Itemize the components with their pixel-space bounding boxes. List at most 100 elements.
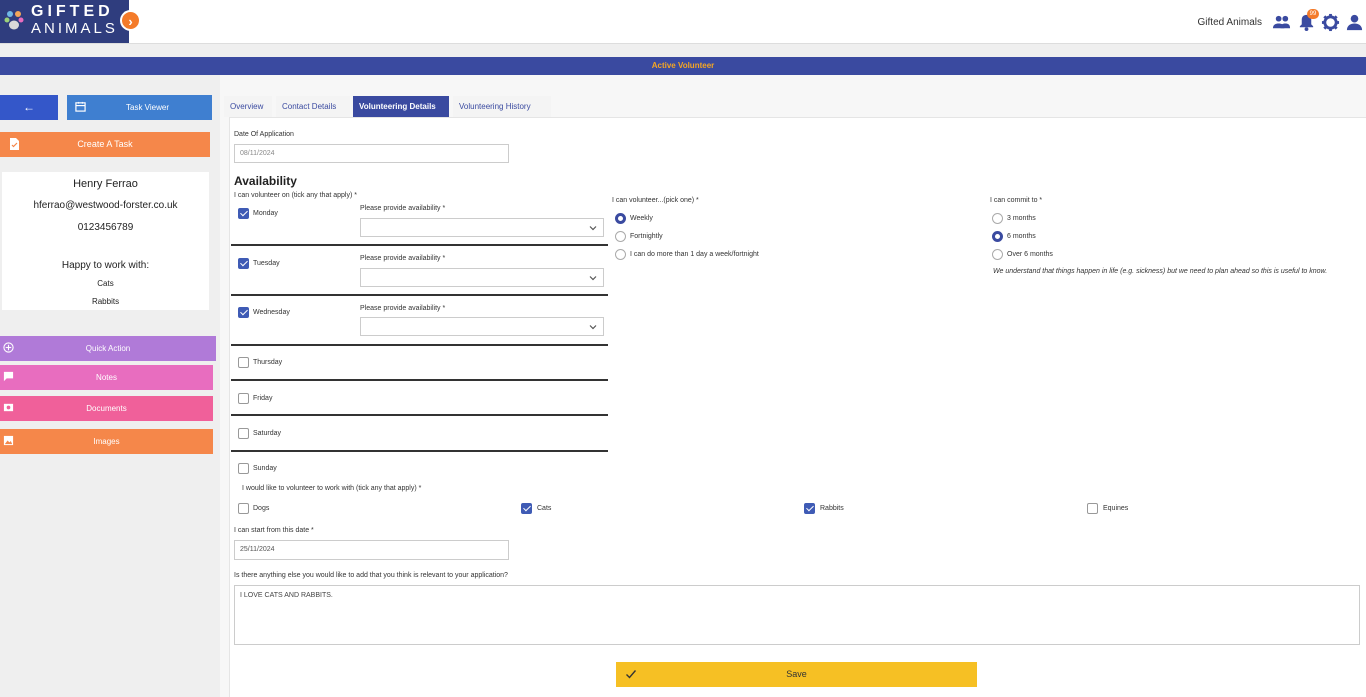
date-of-application-label: Date Of Application bbox=[234, 131, 294, 138]
radio-3-months[interactable] bbox=[992, 213, 1003, 224]
logo-paw-icon bbox=[4, 11, 24, 30]
day-divider bbox=[231, 450, 608, 452]
contact-phone: 0123456789 bbox=[77, 222, 134, 233]
days-label: I can volunteer on (tick any that apply)… bbox=[234, 192, 357, 199]
organisation-name: Gifted Animals bbox=[1197, 17, 1262, 28]
frequency-option-weekly: Weekly bbox=[630, 215, 653, 222]
gear-icon[interactable] bbox=[1321, 13, 1340, 32]
arrow-left-icon: ← bbox=[23, 100, 35, 114]
animals-label: I would like to volunteer to work with (… bbox=[242, 485, 422, 492]
logo-text-line1: GIFTED bbox=[31, 3, 114, 20]
preferred-animal-item: Cats bbox=[97, 279, 114, 288]
radio-more-than-one-day[interactable] bbox=[615, 249, 626, 260]
task-viewer-button[interactable]: Task Viewer bbox=[67, 95, 212, 120]
check-icon bbox=[626, 670, 637, 679]
frequency-label: I can volunteer...(pick one) * bbox=[612, 197, 699, 204]
back-button[interactable]: ← bbox=[0, 95, 58, 120]
availability-select-tuesday[interactable] bbox=[360, 268, 604, 287]
day-label-monday: Monday bbox=[253, 210, 278, 217]
contact-name: Henry Ferrao bbox=[73, 178, 138, 190]
save-button[interactable]: Save bbox=[616, 662, 977, 687]
tab-volunteering-details[interactable]: Volunteering Details bbox=[353, 96, 449, 117]
checkbox-friday[interactable] bbox=[238, 393, 249, 404]
day-label-sunday: Sunday bbox=[253, 465, 277, 472]
animal-option-cats: Cats bbox=[537, 505, 552, 512]
happy-to-work-with-label: Happy to work with: bbox=[61, 260, 150, 271]
notes-button[interactable]: Notes bbox=[0, 365, 213, 390]
checkbox-rabbits[interactable] bbox=[804, 503, 815, 514]
day-divider bbox=[231, 294, 608, 296]
availability-prompt: Please provide availability * bbox=[360, 255, 446, 262]
day-label-thursday: Thursday bbox=[253, 359, 283, 366]
animal-option-dogs: Dogs bbox=[253, 505, 270, 512]
availability-select-monday[interactable] bbox=[360, 218, 604, 237]
images-button[interactable]: Images bbox=[0, 429, 213, 454]
checkbox-wednesday[interactable] bbox=[238, 307, 249, 318]
commit-label: I can commit to * bbox=[990, 197, 1043, 204]
task-viewer-label: Task Viewer bbox=[126, 103, 169, 112]
checkbox-tuesday[interactable] bbox=[238, 258, 249, 269]
volunteer-status-bar: Active Volunteer bbox=[0, 57, 1366, 75]
documents-button[interactable]: Documents bbox=[0, 396, 213, 421]
notification-count-badge: 99 bbox=[1307, 9, 1319, 19]
radio-6-months[interactable] bbox=[992, 231, 1003, 242]
day-label-tuesday: Tuesday bbox=[253, 260, 280, 267]
extra-info-label: Is there anything else you would like to… bbox=[234, 572, 508, 579]
sidebar-toggle-chevron-icon[interactable]: › bbox=[120, 10, 141, 31]
checkbox-cats[interactable] bbox=[521, 503, 532, 514]
top-header: GIFTED ANIMALS › Gifted Animals 99 bbox=[0, 0, 1366, 44]
comment-icon bbox=[3, 371, 14, 382]
day-label-saturday: Saturday bbox=[253, 430, 282, 437]
day-label-friday: Friday bbox=[253, 395, 273, 402]
frequency-option-fortnightly: Fortnightly bbox=[630, 233, 663, 240]
start-date-field[interactable]: 25/11/2024 bbox=[234, 540, 509, 560]
create-task-label: Create A Task bbox=[77, 139, 133, 149]
chevron-down-icon bbox=[589, 325, 597, 330]
document-icon bbox=[3, 403, 14, 412]
plus-circle-icon bbox=[3, 342, 14, 353]
animal-option-rabbits: Rabbits bbox=[820, 505, 844, 512]
quick-action-button[interactable]: Quick Action bbox=[0, 336, 216, 361]
extra-info-textarea[interactable]: I LOVE CATS AND RABBITS. bbox=[234, 585, 1360, 645]
checkbox-equines[interactable] bbox=[1087, 503, 1098, 514]
image-icon bbox=[3, 435, 14, 446]
commit-option-over-6-months: Over 6 months bbox=[1007, 251, 1053, 258]
checkbox-saturday[interactable] bbox=[238, 428, 249, 439]
create-task-button[interactable]: Create A Task bbox=[0, 132, 210, 157]
availability-prompt: Please provide availability * bbox=[360, 305, 446, 312]
chevron-down-icon bbox=[589, 276, 597, 281]
preferred-animal-item: Rabbits bbox=[91, 297, 120, 306]
checkbox-sunday[interactable] bbox=[238, 463, 249, 474]
radio-weekly[interactable] bbox=[615, 213, 626, 224]
contact-email: hferrao@westwood-forster.co.uk bbox=[33, 200, 178, 211]
logo[interactable]: GIFTED ANIMALS bbox=[0, 0, 129, 43]
checkbox-dogs[interactable] bbox=[238, 503, 249, 514]
quick-action-label: Quick Action bbox=[85, 344, 131, 353]
tab-overview[interactable]: Overview bbox=[224, 96, 272, 117]
checkbox-thursday[interactable] bbox=[238, 357, 249, 368]
radio-fortnightly[interactable] bbox=[615, 231, 626, 242]
availability-select-wednesday[interactable] bbox=[360, 317, 604, 336]
availability-heading: Availability bbox=[234, 174, 297, 188]
day-divider bbox=[231, 244, 608, 246]
commit-option-6-months: 6 months bbox=[1007, 233, 1036, 240]
radio-over-6-months[interactable] bbox=[992, 249, 1003, 260]
tab-volunteering-history[interactable]: Volunteering History bbox=[453, 96, 551, 117]
day-divider bbox=[231, 379, 608, 381]
commit-note: We understand that things happen in life… bbox=[993, 268, 1328, 275]
notes-label: Notes bbox=[96, 373, 117, 382]
availability-prompt: Please provide availability * bbox=[360, 205, 446, 212]
checkbox-monday[interactable] bbox=[238, 208, 249, 219]
commit-option-3-months: 3 months bbox=[1007, 215, 1036, 222]
people-icon[interactable] bbox=[1272, 13, 1291, 32]
tab-contact-details[interactable]: Contact Details bbox=[276, 96, 350, 117]
date-of-application-field[interactable]: 08/11/2024 bbox=[234, 144, 509, 163]
chevron-down-icon bbox=[589, 226, 597, 231]
user-account-icon[interactable] bbox=[1345, 13, 1364, 32]
animal-option-equines: Equines bbox=[1103, 505, 1129, 512]
frequency-option-more-than-one-day: I can do more than 1 day a week/fortnigh… bbox=[630, 251, 759, 258]
task-document-icon bbox=[10, 138, 19, 150]
documents-label: Documents bbox=[86, 404, 127, 413]
day-label-wednesday: Wednesday bbox=[253, 309, 290, 316]
start-date-label: I can start from this date * bbox=[234, 527, 314, 534]
